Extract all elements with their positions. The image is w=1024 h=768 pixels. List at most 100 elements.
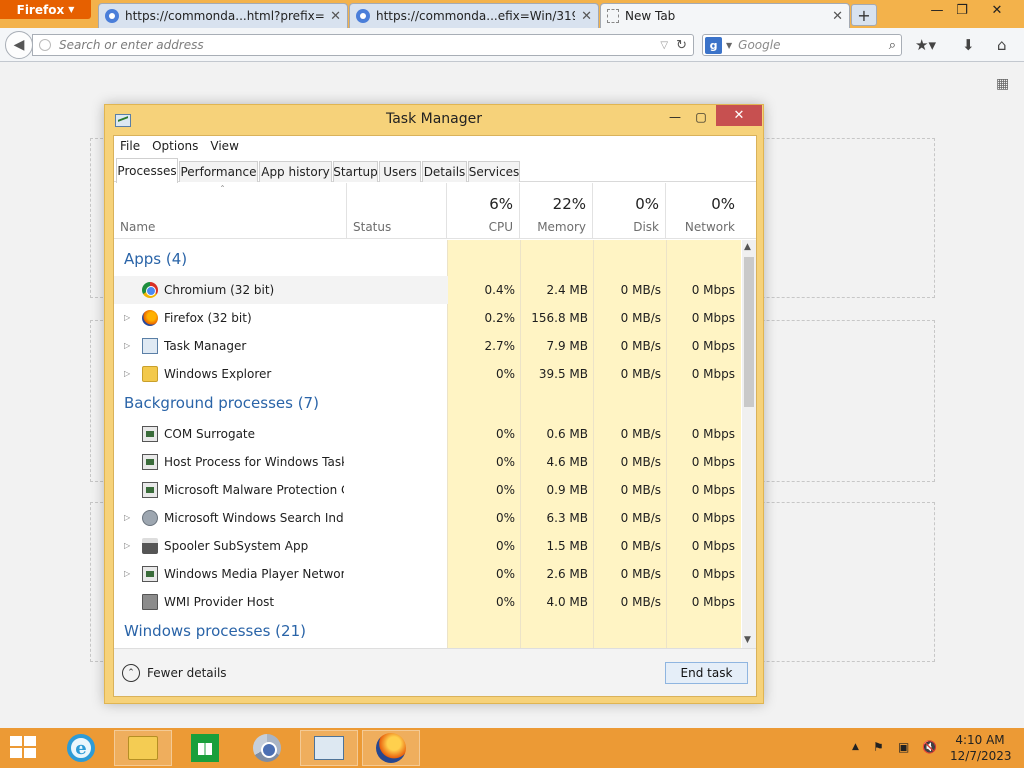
close-tab-icon[interactable]: ✕: [581, 9, 592, 24]
show-hidden-icons-icon[interactable]: ▲: [852, 742, 859, 752]
process-name: WMI Provider Host: [164, 595, 275, 609]
column-network[interactable]: 0% Network: [666, 183, 741, 239]
close-window-button[interactable]: ✕: [982, 0, 1012, 20]
process-row[interactable]: ▷ Firefox (32 bit) 0.2% 156.8 MB 0 MB/s 0 Mbp…: [114, 304, 741, 332]
column-status[interactable]: Status: [347, 183, 447, 239]
grid-icon[interactable]: ▦: [996, 76, 1009, 92]
taskbar-internet-explorer[interactable]: e: [52, 730, 110, 766]
process-row[interactable]: WMI Provider Host 0% 4.0 MB 0 MB/s 0 Mbps: [114, 588, 741, 616]
group-header[interactable]: Background processes (7): [114, 390, 741, 418]
process-memory: 4.6 MB: [546, 455, 588, 469]
system-clock[interactable]: 4:10 AM 12/7/2023: [950, 732, 1012, 764]
process-network: 0 Mbps: [691, 339, 735, 353]
process-name: Task Manager: [164, 339, 247, 353]
column-memory[interactable]: 22% Memory: [520, 183, 593, 239]
process-row[interactable]: ▷ Windows Explorer 0% 39.5 MB 0 MB/s 0 Mbps: [114, 360, 741, 388]
process-row[interactable]: Microsoft Malware Protection C... 0% 0.9 M…: [114, 476, 741, 504]
start-button[interactable]: [10, 736, 38, 760]
group-header[interactable]: Apps (4): [114, 246, 741, 274]
process-row[interactable]: Chromium (32 bit) 0.4% 2.4 MB 0 MB/s 0 Mbps: [114, 276, 741, 304]
search-indexer-icon: [142, 510, 158, 526]
expand-chevron-icon[interactable]: ▷: [124, 569, 130, 578]
restore-window-button[interactable]: ❐: [947, 0, 977, 20]
column-label: Name: [120, 220, 156, 234]
minimize-button[interactable]: —: [661, 106, 689, 128]
close-tab-icon[interactable]: ✕: [330, 9, 341, 24]
maximize-button[interactable]: ▢: [687, 106, 715, 128]
internet-explorer-icon: e: [67, 734, 95, 762]
menu-view[interactable]: View: [210, 139, 238, 153]
address-input[interactable]: [59, 38, 661, 52]
column-cpu[interactable]: 6% CPU: [447, 183, 520, 239]
windows-logo-icon: [24, 748, 36, 758]
tab-users[interactable]: Users: [379, 161, 421, 182]
address-bar[interactable]: ▽ ↻: [32, 34, 694, 56]
end-task-button[interactable]: End task: [665, 662, 748, 684]
back-button[interactable]: ◀: [5, 31, 33, 59]
firefox-icon: [142, 310, 158, 326]
scroll-down-icon[interactable]: ▼: [744, 635, 751, 645]
process-list-scrollbar[interactable]: ▲ ▼: [742, 240, 756, 648]
process-row[interactable]: ▷ Spooler SubSystem App 0% 1.5 MB 0 MB/s 0 Mb…: [114, 532, 741, 560]
fewer-details-link[interactable]: Fewer details: [147, 666, 227, 680]
volume-muted-icon[interactable]: 🔇: [922, 740, 937, 754]
store-icon: [191, 734, 219, 762]
expand-chevron-icon[interactable]: ▷: [124, 341, 130, 350]
search-icon[interactable]: ⌕: [889, 38, 896, 53]
process-cpu: 0%: [495, 367, 515, 381]
taskbar-store[interactable]: [176, 730, 234, 766]
tab-details[interactable]: Details: [422, 161, 467, 182]
search-bar[interactable]: g ▼ ⌕: [702, 34, 902, 56]
tab-app-history[interactable]: App history: [259, 161, 332, 182]
process-row[interactable]: COM Surrogate 0% 0.6 MB 0 MB/s 0 Mbps: [114, 420, 741, 448]
taskbar-firefox[interactable]: [362, 730, 420, 766]
history-dropdown-icon[interactable]: ▽: [660, 40, 668, 51]
taskbar-file-explorer[interactable]: [114, 730, 172, 766]
download-icon[interactable]: ⬇: [962, 36, 975, 54]
menu-file[interactable]: File: [120, 139, 140, 153]
sort-ascending-icon: ˆ: [220, 185, 225, 196]
browser-tab-2[interactable]: https://commonda...efix=Win/319415/ ✕: [349, 3, 599, 28]
process-row[interactable]: ▷ Task Manager 2.7% 7.9 MB 0 MB/s 0 Mbps: [114, 332, 741, 360]
column-disk[interactable]: 0% Disk: [593, 183, 666, 239]
process-row[interactable]: Host Process for Windows Tasks 0% 4.6 MB 0 …: [114, 448, 741, 476]
group-header[interactable]: Windows processes (21): [114, 618, 741, 646]
explorer-icon: [142, 366, 158, 382]
close-button[interactable]: ✕: [716, 105, 762, 126]
maximize-icon: ▢: [695, 110, 707, 124]
tab-services[interactable]: Services: [468, 161, 520, 182]
close-tab-icon[interactable]: ✕: [832, 9, 843, 24]
menu-options[interactable]: Options: [152, 139, 198, 153]
folder-icon: [128, 736, 158, 760]
browser-tab-1[interactable]: https://commonda...html?prefix=Win/ ✕: [98, 3, 348, 28]
column-name[interactable]: ˆ Name: [114, 183, 347, 239]
bookmarks-icon[interactable]: ★▾: [915, 36, 936, 54]
new-tab-button[interactable]: +: [851, 4, 877, 26]
action-center-flag-icon[interactable]: ⚑: [873, 740, 884, 754]
expand-chevron-icon[interactable]: ▷: [124, 369, 130, 378]
expand-chevron-icon[interactable]: ▷: [124, 313, 130, 322]
home-icon[interactable]: ⌂: [997, 36, 1007, 54]
reload-icon[interactable]: ↻: [676, 38, 687, 53]
tab-startup[interactable]: Startup: [333, 161, 378, 182]
expand-chevron-icon[interactable]: ▷: [124, 513, 130, 522]
collapse-chevron-icon[interactable]: ⌃: [122, 664, 140, 682]
task-manager-titlebar[interactable]: Task Manager — ▢ ✕: [105, 105, 763, 135]
tab-performance[interactable]: Performance: [179, 161, 258, 182]
process-row[interactable]: ▷ Windows Media Player Network... 0% 2.6 MB…: [114, 560, 741, 588]
firefox-menu-button[interactable]: Firefox ▼: [0, 0, 91, 19]
browser-tab-label: https://commonda...html?prefix=Win/: [125, 9, 325, 23]
tab-processes[interactable]: Processes: [116, 158, 178, 183]
scroll-up-icon[interactable]: ▲: [744, 242, 751, 252]
process-row[interactable]: ▷ Microsoft Windows Search Inde... 0% 6.3 M…: [114, 504, 741, 532]
taskbar-chromium[interactable]: [238, 730, 296, 766]
chevron-down-icon[interactable]: ▼: [726, 41, 732, 50]
google-search-engine-icon[interactable]: g: [705, 36, 722, 54]
scrollbar-thumb[interactable]: [744, 257, 754, 407]
process-network: 0 Mbps: [691, 311, 735, 325]
expand-chevron-icon[interactable]: ▷: [124, 541, 130, 550]
search-input[interactable]: [738, 38, 889, 52]
taskbar-task-manager[interactable]: [300, 730, 358, 766]
browser-tab-new-tab[interactable]: New Tab ✕: [600, 3, 850, 28]
network-icon[interactable]: ▣: [898, 740, 909, 754]
